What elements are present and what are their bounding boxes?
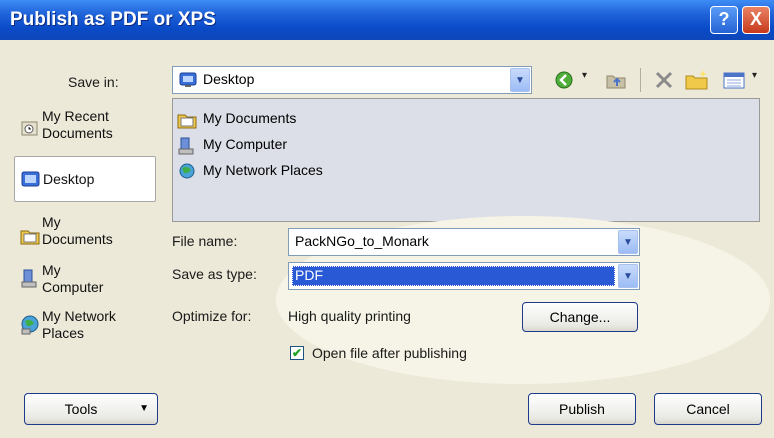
- selected-type-highlight: [292, 266, 615, 286]
- back-button[interactable]: [552, 68, 576, 92]
- network-places-icon: [177, 163, 195, 179]
- recent-documents-icon: [20, 118, 38, 136]
- place-label-line2: Computer: [42, 279, 104, 295]
- file-name: My Network Places: [203, 162, 323, 178]
- views-button[interactable]: [722, 68, 746, 92]
- save-as-type-label: Save as type:: [172, 266, 257, 282]
- up-folder-icon: [606, 75, 626, 89]
- open-after-checkbox[interactable]: ✔: [290, 346, 304, 360]
- computer-icon: [20, 268, 38, 288]
- file-name-input[interactable]: PackNGo_to_Monark ▼: [288, 228, 640, 256]
- place-label-line1: Desktop: [43, 171, 95, 187]
- place-my-network-places[interactable]: My Network Places: [14, 306, 156, 348]
- checkmark-icon: ✔: [291, 346, 303, 360]
- places-bar: My Recent Documents Desktop My Documents…: [14, 98, 156, 354]
- chevron-down-icon[interactable]: ▼: [618, 264, 638, 288]
- help-button[interactable]: ?: [710, 6, 738, 34]
- save-in-value: Desktop: [203, 71, 255, 87]
- publish-button[interactable]: Publish: [528, 393, 636, 425]
- window-title: Publish as PDF or XPS: [10, 9, 216, 30]
- file-name-value: PackNGo_to_Monark: [295, 233, 429, 249]
- place-desktop[interactable]: Desktop: [14, 156, 156, 202]
- save-in-combo[interactable]: Desktop ▼: [172, 66, 532, 94]
- folder-icon: [20, 226, 40, 245]
- chevron-down-icon[interactable]: ▼: [510, 68, 530, 92]
- save-as-type-value: PDF: [295, 267, 323, 283]
- optimize-for-value: High quality printing: [288, 308, 411, 324]
- place-label-line2: Documents: [42, 231, 113, 247]
- views-icon: [723, 72, 745, 89]
- new-folder-button[interactable]: [684, 68, 710, 92]
- place-label-line1: My: [42, 214, 61, 230]
- file-list[interactable]: My Documents My Computer My Network Plac…: [172, 98, 760, 222]
- desktop-icon: [21, 170, 40, 187]
- place-my-recent-documents[interactable]: My Recent Documents: [14, 106, 156, 146]
- place-label-line2: Documents: [42, 125, 113, 141]
- folder-icon: [177, 111, 197, 129]
- file-name: My Documents: [203, 110, 297, 126]
- place-my-computer[interactable]: My Computer: [14, 260, 156, 300]
- tools-button[interactable]: Tools ▼: [24, 393, 158, 425]
- delete-icon: [655, 71, 673, 89]
- back-dropdown-icon[interactable]: ▾: [582, 70, 587, 81]
- network-places-icon: [20, 314, 39, 335]
- place-my-documents[interactable]: My Documents: [14, 214, 156, 254]
- file-name: My Computer: [203, 136, 288, 152]
- place-label-line1: My Recent: [42, 108, 109, 124]
- open-after-label: Open file after publishing: [312, 345, 467, 361]
- publish-dialog: Publish as PDF or XPS ? X Save in: Deskt…: [0, 0, 774, 438]
- save-as-type-select[interactable]: PDF ▼: [288, 262, 640, 290]
- close-button[interactable]: X: [742, 6, 770, 34]
- file-name-label: File name:: [172, 233, 238, 249]
- title-bar[interactable]: Publish as PDF or XPS ? X: [0, 0, 774, 40]
- place-label-line2: Places: [42, 325, 85, 341]
- tools-label: Tools: [64, 401, 98, 417]
- delete-button[interactable]: [652, 68, 676, 92]
- place-label-line1: My: [42, 262, 61, 278]
- save-in-label: Save in:: [68, 74, 119, 90]
- chevron-down-icon: ▼: [139, 403, 149, 414]
- place-label-line1: My Network: [42, 308, 116, 324]
- change-button[interactable]: Change...: [522, 302, 638, 332]
- cancel-button[interactable]: Cancel: [654, 393, 762, 425]
- new-folder-icon: [685, 70, 708, 90]
- views-dropdown-icon[interactable]: ▾: [752, 70, 757, 81]
- desktop-icon: [179, 72, 197, 91]
- chevron-down-icon[interactable]: ▼: [618, 230, 638, 254]
- up-folder-button[interactable]: [604, 68, 628, 92]
- back-arrow-icon: [555, 71, 573, 89]
- toolbar-separator: [640, 68, 641, 92]
- computer-icon: [177, 137, 195, 155]
- optimize-for-label: Optimize for:: [172, 308, 252, 324]
